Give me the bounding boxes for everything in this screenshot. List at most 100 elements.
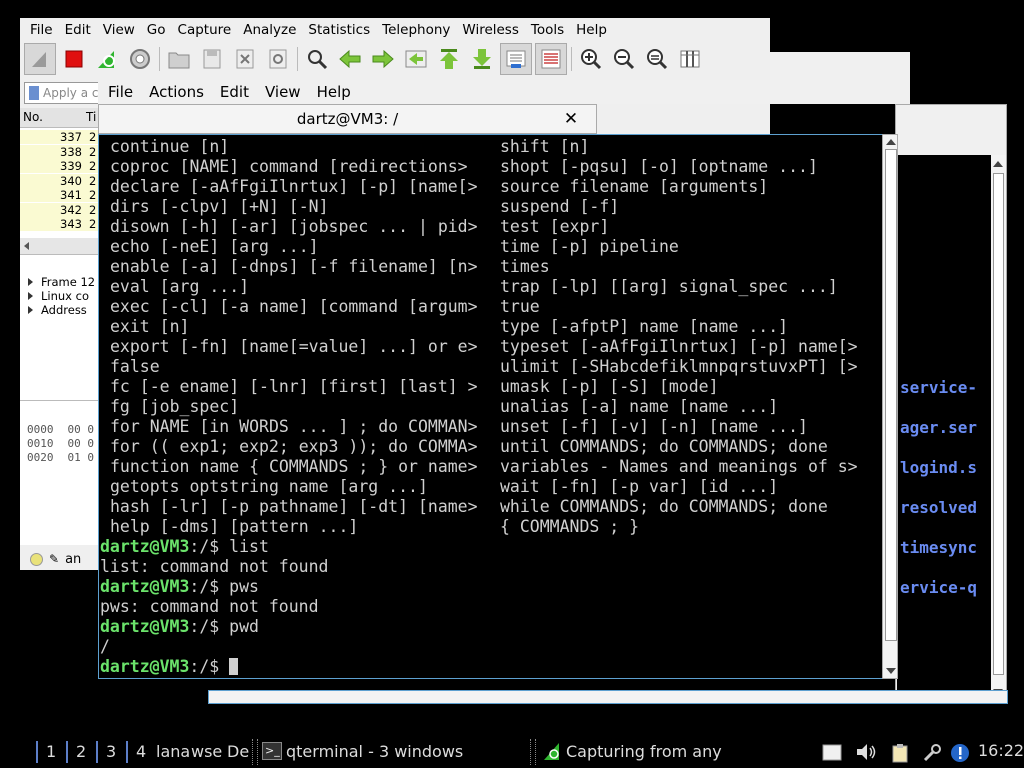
packet-row[interactable]: 340 2 <box>20 173 100 188</box>
packet-row[interactable]: 338 2 <box>20 144 100 159</box>
packet-number: 340 <box>60 173 82 188</box>
volume-icon[interactable] <box>856 743 876 761</box>
tools-icon[interactable] <box>922 743 942 762</box>
workspace-1[interactable]: 1 <box>36 741 56 763</box>
close-file-icon[interactable] <box>230 44 260 74</box>
scroll-thumb[interactable] <box>885 149 897 641</box>
save-file-icon[interactable] <box>197 44 227 74</box>
scroll-up-icon[interactable] <box>993 161 1003 167</box>
ws-menu-statistics[interactable]: Statistics <box>302 22 376 38</box>
comment-edit-icon[interactable]: ✎ <box>49 552 59 566</box>
ws-menu-telephony[interactable]: Telephony <box>376 22 456 38</box>
expand-arrow-icon[interactable] <box>28 292 33 300</box>
zoom-normal-icon[interactable] <box>642 44 672 74</box>
packet-list-hscrollbar[interactable] <box>20 238 100 254</box>
help-line-left: for NAME [in WORDS ... ] ; do COMMAN> <box>110 417 478 436</box>
go-back-icon[interactable] <box>335 44 365 74</box>
ws-menu-analyze[interactable]: Analyze <box>237 22 302 38</box>
background-link[interactable]: ager.ser <box>900 418 977 437</box>
zoom-out-icon[interactable] <box>609 44 639 74</box>
packet-row[interactable]: 339 2 <box>20 159 100 173</box>
scroll-left-icon[interactable] <box>24 242 29 250</box>
packet-number: 343 <box>60 217 82 231</box>
taskbar: 1 2 3 4 lana wse De >_ qterminal - 3 wind… <box>0 735 1024 768</box>
background-link[interactable]: ervice-q <box>900 578 977 597</box>
terminal-menubar: File Actions Edit View Help <box>98 80 898 104</box>
help-line-left: fg [job_spec] <box>110 397 240 416</box>
go-first-icon[interactable] <box>434 44 464 74</box>
autoscroll-icon[interactable] <box>500 43 532 75</box>
update-notice-icon[interactable] <box>950 743 970 762</box>
expert-info-icon[interactable] <box>30 552 43 566</box>
reload-icon[interactable] <box>263 44 293 74</box>
help-line-right: time [-p] pipeline <box>500 237 679 256</box>
notes-icon[interactable] <box>822 743 842 761</box>
detail-tree-item[interactable]: Address <box>28 303 87 317</box>
background-link[interactable]: service- <box>900 378 977 397</box>
bookmark-icon[interactable] <box>29 86 39 100</box>
background-link[interactable]: logind.s <box>900 458 977 477</box>
term-menu-file[interactable]: File <box>100 83 141 101</box>
task-item-2[interactable]: wse <box>191 741 222 763</box>
expand-arrow-icon[interactable] <box>28 278 33 286</box>
terminal-scrollbar[interactable] <box>882 134 898 679</box>
term-menu-actions[interactable]: Actions <box>141 83 212 101</box>
column-header-time[interactable]: Ti <box>86 110 96 124</box>
scroll-thumb[interactable] <box>993 173 1004 675</box>
zoom-in-icon[interactable] <box>576 44 606 74</box>
workspace-2[interactable]: 2 <box>66 741 86 763</box>
help-line-right: ulimit [-SHabcdefiklmnpqrstuvxPT] [> <box>500 357 858 376</box>
ws-menu-view[interactable]: View <box>97 22 141 38</box>
expand-arrow-icon[interactable] <box>28 306 33 314</box>
task-wireshark[interactable]: Capturing from any <box>542 741 722 763</box>
go-forward-icon[interactable] <box>368 44 398 74</box>
task-wireshark-label: Capturing from any <box>566 742 722 761</box>
ws-menu-wireless[interactable]: Wireless <box>456 22 525 38</box>
resize-columns-icon[interactable] <box>675 44 705 74</box>
go-to-packet-icon[interactable] <box>401 44 431 74</box>
ws-menu-help[interactable]: Help <box>570 22 613 38</box>
help-line-right: typeset [-aAfFgiIlnrtux] [-p] name[> <box>500 337 858 356</box>
find-packet-icon[interactable] <box>302 44 332 74</box>
scroll-up-icon[interactable] <box>886 139 896 145</box>
detail-tree-item[interactable]: Frame 12 <box>28 275 95 289</box>
go-last-icon[interactable] <box>467 44 497 74</box>
term-menu-edit[interactable]: Edit <box>212 83 257 101</box>
ws-menu-capture[interactable]: Capture <box>172 22 238 38</box>
background-link[interactable]: resolved <box>900 498 977 517</box>
help-line-right: trap [-lp] [[arg] signal_spec ...] <box>500 277 838 296</box>
ws-menu-go[interactable]: Go <box>141 22 172 38</box>
background-link[interactable]: timesync <box>900 538 977 557</box>
open-file-icon[interactable] <box>164 44 194 74</box>
ws-menu-file[interactable]: File <box>24 22 59 38</box>
packet-row[interactable]: 337 2 <box>20 130 100 144</box>
packet-list-header[interactable]: No. Ti <box>20 108 100 128</box>
colorize-icon[interactable] <box>535 43 567 75</box>
workspace-4[interactable]: 4 <box>126 741 146 763</box>
restart-capture-icon[interactable] <box>92 44 122 74</box>
scroll-down-icon[interactable] <box>886 668 896 674</box>
task-qterminal[interactable]: >_ qterminal - 3 windows <box>262 741 463 763</box>
clipboard-icon[interactable] <box>890 743 910 763</box>
packet-row[interactable]: 343 2 <box>20 217 100 231</box>
packet-row[interactable]: 341 2 <box>20 188 100 202</box>
term-menu-help[interactable]: Help <box>309 83 359 101</box>
clock[interactable]: 16:22 <box>978 741 1024 760</box>
task-item-1[interactable]: lana <box>156 741 190 763</box>
ws-menu-tools[interactable]: Tools <box>525 22 570 38</box>
term-menu-view[interactable]: View <box>257 83 309 101</box>
shark-fin-start-icon[interactable] <box>24 43 56 75</box>
stop-capture-icon[interactable] <box>59 44 89 74</box>
capture-options-icon[interactable] <box>125 44 155 74</box>
task-item-3[interactable]: De <box>227 741 249 763</box>
terminal-tab[interactable]: dartz@VM3: / <box>98 104 597 134</box>
workspace-3[interactable]: 3 <box>96 741 116 763</box>
close-tab-icon[interactable]: ✕ <box>560 108 582 130</box>
background-window-scrollbar[interactable] <box>991 155 1006 703</box>
packet-row[interactable]: 342 2 <box>20 202 100 217</box>
display-filter-input[interactable]: Apply a c <box>24 82 102 104</box>
terminal-output[interactable]: continue [n] coproc [NAME] command [redir… <box>98 134 885 679</box>
ws-menu-edit[interactable]: Edit <box>59 22 97 38</box>
detail-tree-item[interactable]: Linux co <box>28 289 89 303</box>
column-header-no[interactable]: No. <box>23 110 43 124</box>
